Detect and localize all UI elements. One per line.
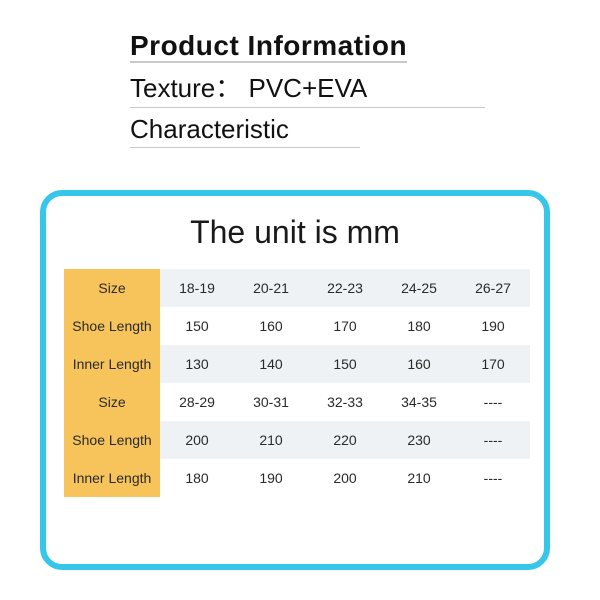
table-row: Size 28-29 30-31 32-33 34-35 ---- — [64, 383, 530, 421]
cell: 170 — [308, 307, 382, 345]
cell: 130 — [160, 345, 234, 383]
table-row: Size 18-19 20-21 22-23 24-25 26-27 — [64, 269, 530, 307]
cell: 28-29 — [160, 383, 234, 421]
cell: 26-27 — [456, 269, 530, 307]
cell: 230 — [382, 421, 456, 459]
cell: 24-25 — [382, 269, 456, 307]
cell: 190 — [234, 459, 308, 497]
product-info-title: Product Information — [130, 30, 500, 62]
size-table: Size 18-19 20-21 22-23 24-25 26-27 Shoe … — [64, 269, 530, 497]
cell: 200 — [160, 421, 234, 459]
cell: 180 — [382, 307, 456, 345]
page: Product Information Texture： PVC+EVA Cha… — [0, 0, 600, 600]
cell: 140 — [234, 345, 308, 383]
table-row: Shoe Length 200 210 220 230 ---- — [64, 421, 530, 459]
cell: 160 — [234, 307, 308, 345]
cell: 210 — [234, 421, 308, 459]
cell: 160 — [382, 345, 456, 383]
size-chart: The unit is mm Size 18-19 20-21 22-23 24… — [40, 190, 550, 570]
characteristic-label: Characteristic — [130, 114, 360, 148]
cell: 150 — [160, 307, 234, 345]
cell: ---- — [456, 383, 530, 421]
row-header-size: Size — [64, 383, 160, 421]
cell: 32-33 — [308, 383, 382, 421]
table-row: Inner Length 180 190 200 210 ---- — [64, 459, 530, 497]
cell: 190 — [456, 307, 530, 345]
row-header-shoe-length: Shoe Length — [64, 307, 160, 345]
chart-title: The unit is mm — [64, 214, 526, 251]
cell: 200 — [308, 459, 382, 497]
product-info-block: Product Information Texture： PVC+EVA Cha… — [130, 30, 500, 148]
cell: 30-31 — [234, 383, 308, 421]
cell: 34-35 — [382, 383, 456, 421]
table-row: Inner Length 130 140 150 160 170 — [64, 345, 530, 383]
cell: 220 — [308, 421, 382, 459]
cell: 210 — [382, 459, 456, 497]
cell: ---- — [456, 421, 530, 459]
texture-line: Texture： PVC+EVA — [130, 68, 485, 108]
cell: 18-19 — [160, 269, 234, 307]
cell: 20-21 — [234, 269, 308, 307]
row-header-inner-length: Inner Length — [64, 345, 160, 383]
cell: 22-23 — [308, 269, 382, 307]
cell: 180 — [160, 459, 234, 497]
row-header-size: Size — [64, 269, 160, 307]
cell: 170 — [456, 345, 530, 383]
cell: ---- — [456, 459, 530, 497]
table-row: Shoe Length 150 160 170 180 190 — [64, 307, 530, 345]
row-header-inner-length: Inner Length — [64, 459, 160, 497]
cell: 150 — [308, 345, 382, 383]
row-header-shoe-length: Shoe Length — [64, 421, 160, 459]
